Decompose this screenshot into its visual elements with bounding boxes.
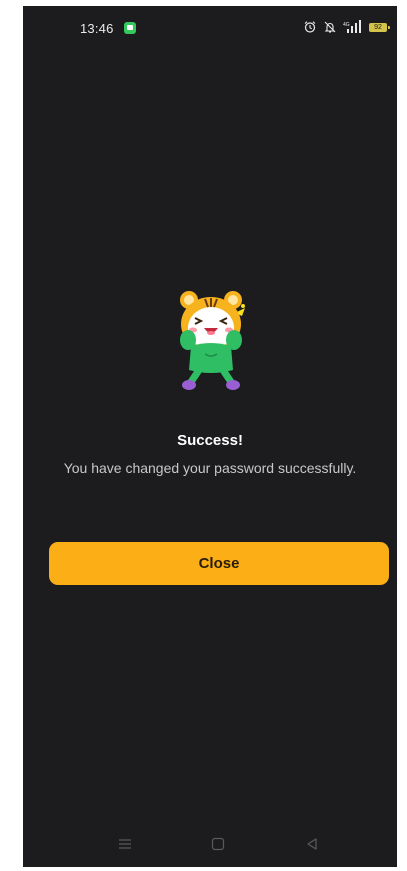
status-time: 13:46	[80, 21, 114, 36]
home-icon[interactable]	[209, 835, 227, 853]
back-icon[interactable]	[303, 835, 321, 853]
svg-text:4G: 4G	[343, 22, 350, 28]
message-app-icon	[124, 22, 136, 34]
success-message: You have changed your password successfu…	[63, 460, 357, 476]
close-button[interactable]: Close	[49, 542, 389, 585]
signal-icon: 4G	[343, 20, 363, 34]
phone-screen: 13:46 4G 92 Success! You have changed yo…	[23, 6, 397, 867]
navigation-bar	[23, 823, 397, 867]
status-icons: 4G 92	[303, 20, 390, 34]
battery-icon: 92	[369, 22, 390, 32]
silent-icon	[323, 20, 337, 34]
success-title: Success!	[177, 432, 243, 449]
menu-icon[interactable]	[116, 835, 134, 853]
alarm-icon	[303, 20, 317, 34]
status-bar: 13:46 4G 92	[23, 6, 397, 54]
cheering-tiger-mascot	[175, 288, 255, 394]
